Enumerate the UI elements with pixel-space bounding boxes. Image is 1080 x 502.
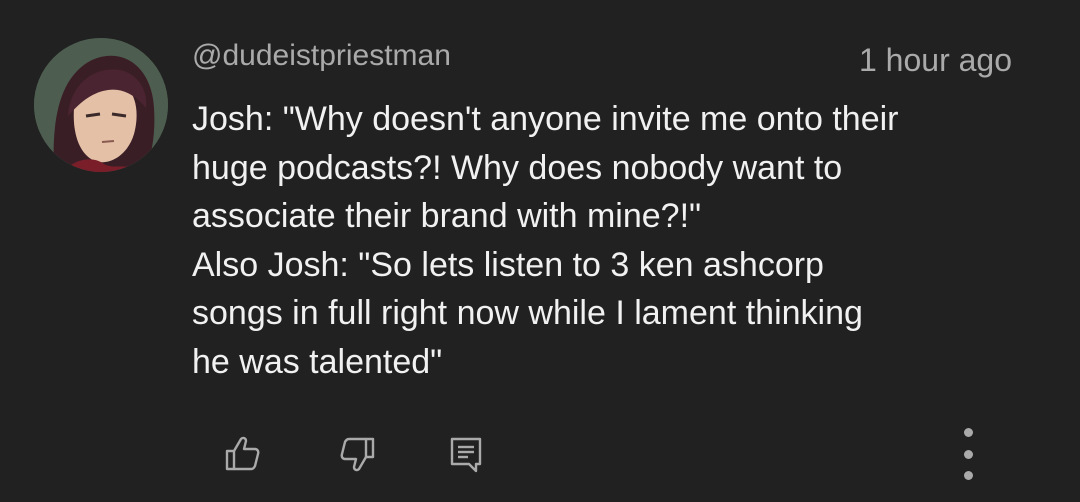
dislike-button[interactable]: [334, 430, 382, 478]
comment-reply-icon: [450, 437, 482, 473]
avatar-image: [34, 38, 168, 172]
vertical-ellipsis-icon: [963, 449, 973, 459]
vertical-ellipsis-icon: [963, 428, 973, 437]
vertical-ellipsis-icon: [963, 471, 973, 480]
thumbs-down-icon: [340, 437, 375, 472]
comment-text-line: huge podcasts?! Why does nobody want to: [192, 148, 843, 187]
comment-text-line: associate their brand with mine?!": [192, 197, 702, 236]
comment-text-line: songs in full right now while I lament t…: [192, 294, 863, 333]
comment-text: Josh: "Why doesn't anyone invite me onto…: [192, 95, 1032, 387]
avatar[interactable]: [34, 38, 168, 172]
comment-author[interactable]: @dudeistpriestman: [192, 36, 451, 76]
comment-text-line: Also Josh: "So lets listen to 3 ken ashc…: [192, 245, 824, 284]
comment-text-line: he was talented": [192, 342, 443, 381]
comment-timestamp: 1 hour ago: [858, 42, 1012, 78]
comment-card: @dudeistpriestman 1 hour ago Josh: "Why …: [0, 0, 1080, 502]
comment-text-line: Josh: "Why doesn't anyone invite me onto…: [192, 100, 899, 138]
more-options-button[interactable]: [944, 428, 992, 480]
thumbs-up-icon: [225, 436, 260, 471]
reply-button[interactable]: [442, 430, 490, 478]
like-button[interactable]: [218, 430, 266, 478]
